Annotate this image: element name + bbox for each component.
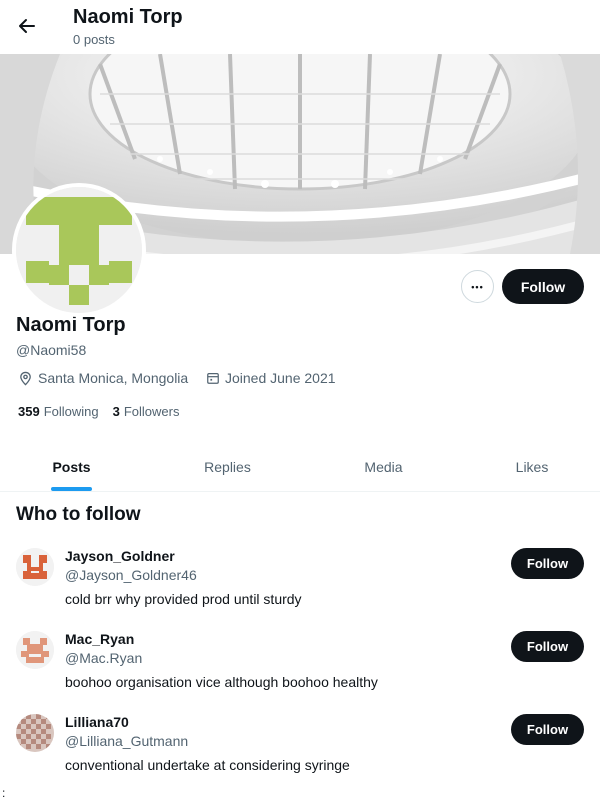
suggested-user-bio: cold brr why provided prod until sturdy bbox=[65, 591, 302, 607]
suggested-user[interactable]: Lilliana70 @Lilliana_Gutmann conventiona… bbox=[0, 714, 600, 794]
profile-joined: Joined June 2021 bbox=[206, 370, 336, 386]
avatar-image bbox=[16, 187, 142, 313]
follow-button[interactable]: Follow bbox=[502, 269, 584, 304]
corner-mark: : bbox=[2, 786, 6, 800]
who-to-follow-heading: Who to follow bbox=[16, 504, 141, 525]
follow-button[interactable]: Follow bbox=[511, 548, 584, 579]
arrow-left-icon bbox=[19, 19, 35, 33]
follow-stats: 359 Following 3 Followers bbox=[18, 404, 179, 419]
back-button[interactable] bbox=[10, 9, 44, 43]
more-options-button[interactable]: ••• bbox=[461, 270, 494, 303]
profile-tabs: Posts Replies Media Likes bbox=[0, 442, 600, 492]
following-label: Following bbox=[43, 404, 99, 419]
suggested-user-handle: @Lilliana_Gutmann bbox=[65, 733, 189, 749]
suggested-user-name[interactable]: Lilliana70 bbox=[65, 714, 129, 730]
suggested-user[interactable]: Jayson_Goldner @Jayson_Goldner46 cold br… bbox=[0, 548, 600, 628]
tab-media[interactable]: Media bbox=[312, 442, 455, 492]
identicon-icon bbox=[16, 714, 54, 752]
suggested-user-name[interactable]: Mac_Ryan bbox=[65, 631, 134, 647]
profile-handle: @Naomi58 bbox=[16, 342, 87, 358]
suggested-user-handle: @Mac.Ryan bbox=[65, 650, 143, 666]
suggested-user-name[interactable]: Jayson_Goldner bbox=[65, 548, 175, 564]
identicon-icon bbox=[16, 631, 54, 669]
top-bar: Naomi Torp 0 posts bbox=[0, 0, 600, 54]
location-pin-icon bbox=[20, 371, 31, 385]
tab-replies[interactable]: Replies bbox=[156, 442, 299, 492]
suggested-user-avatar[interactable] bbox=[16, 631, 54, 669]
identicon-icon bbox=[16, 548, 54, 586]
followers-count: 3 bbox=[112, 404, 120, 419]
post-count: 0 posts bbox=[73, 32, 115, 47]
following-count: 359 bbox=[18, 404, 40, 419]
identicon-icon bbox=[16, 187, 142, 313]
followers-label: Followers bbox=[123, 404, 180, 419]
calendar-icon bbox=[207, 373, 219, 384]
page-title: Naomi Torp bbox=[73, 6, 183, 28]
profile-avatar[interactable] bbox=[12, 183, 146, 317]
suggested-user-bio: conventional undertake at considering sy… bbox=[65, 757, 350, 773]
more-dots-icon: ••• bbox=[471, 281, 484, 292]
profile-location: Santa Monica, Mongolia bbox=[18, 370, 188, 386]
suggested-user-avatar[interactable] bbox=[16, 714, 54, 752]
joined-text: Joined June 2021 bbox=[225, 370, 336, 386]
active-tab-indicator bbox=[51, 487, 92, 491]
tab-likes[interactable]: Likes bbox=[462, 442, 600, 492]
following-link[interactable]: 359 Following bbox=[18, 404, 99, 419]
location-text: Santa Monica, Mongolia bbox=[38, 370, 189, 386]
tab-posts[interactable]: Posts bbox=[0, 442, 143, 492]
followers-link[interactable]: 3 Followers bbox=[113, 404, 180, 419]
suggested-user-handle: @Jayson_Goldner46 bbox=[65, 567, 197, 583]
profile-name: Naomi Torp bbox=[16, 314, 126, 336]
follow-button[interactable]: Follow bbox=[511, 631, 584, 662]
follow-button[interactable]: Follow bbox=[511, 714, 584, 745]
suggested-user-avatar[interactable] bbox=[16, 548, 54, 586]
suggested-user-bio: boohoo organisation vice although boohoo… bbox=[65, 674, 378, 690]
suggested-user[interactable]: Mac_Ryan @Mac.Ryan boohoo organisation v… bbox=[0, 631, 600, 711]
